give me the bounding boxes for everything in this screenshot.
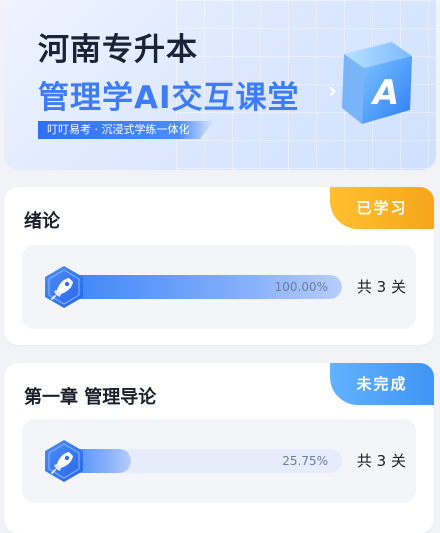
banner-subtitle: 管理学AI交互课堂 bbox=[38, 80, 300, 116]
status-badge: 未完成 bbox=[330, 363, 434, 405]
cube-letter: A bbox=[370, 73, 399, 113]
status-badge: 已学习 bbox=[330, 187, 434, 229]
rocket-icon bbox=[45, 266, 83, 308]
progress-percent: 25.75% bbox=[282, 454, 328, 468]
progress-panel[interactable]: 25.75% 共 3 关 bbox=[22, 419, 416, 503]
course-title: 绪论 bbox=[24, 211, 60, 232]
banner-title: 河南专升本 bbox=[38, 32, 198, 68]
ai-cube-icon: A › bbox=[328, 42, 412, 124]
level-count: 共 3 关 bbox=[356, 278, 406, 296]
banner-tagline: 叮叮易考 · 沉浸式学练一体化 bbox=[38, 121, 214, 139]
progress-panel[interactable]: 100.00% 共 3 关 bbox=[22, 245, 416, 329]
progress-track: 100.00% bbox=[58, 275, 342, 299]
course-card[interactable]: 未完成 第一章 管理导论 25.75% 共 3 关 bbox=[4, 363, 434, 533]
rocket-icon bbox=[45, 440, 83, 482]
progress-percent: 100.00% bbox=[274, 280, 328, 294]
cube-arrow: › bbox=[328, 79, 337, 104]
level-count: 共 3 关 bbox=[356, 452, 406, 470]
course-title: 第一章 管理导论 bbox=[24, 387, 157, 408]
progress-track: 25.75% bbox=[58, 449, 342, 473]
course-banner: 河南专升本 管理学AI交互课堂 叮叮易考 · 沉浸式学练一体化 A › bbox=[4, 0, 436, 170]
course-card[interactable]: 已学习 绪论 100.00% 共 3 关 bbox=[4, 187, 434, 345]
